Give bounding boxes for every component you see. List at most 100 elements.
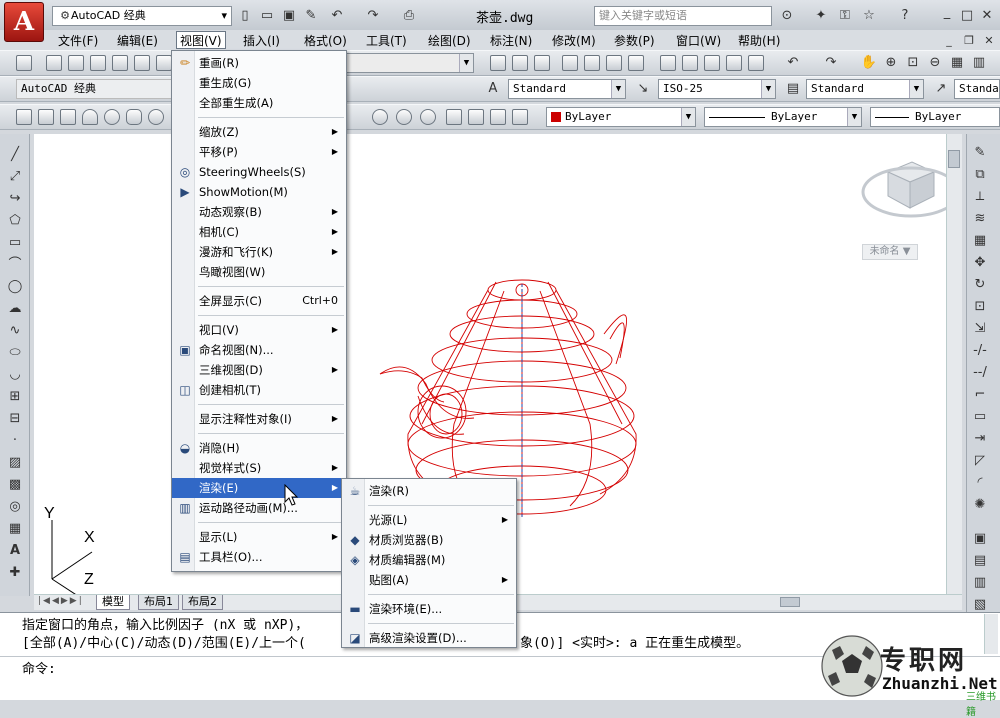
- new-file-icon[interactable]: ▯: [236, 7, 254, 25]
- preview-icon[interactable]: [584, 55, 600, 71]
- subtract-icon[interactable]: [396, 109, 412, 125]
- trim-icon[interactable]: -/-: [971, 342, 989, 360]
- cone-icon[interactable]: [82, 109, 98, 125]
- menu-item-9[interactable]: ◪ 高级渲染设置(D)...: [342, 628, 516, 648]
- properties-icon[interactable]: ▦: [948, 54, 966, 72]
- rectangle-icon[interactable]: ▭: [6, 234, 24, 252]
- menu-window[interactable]: 窗口(W): [676, 32, 721, 49]
- doc-close-icon[interactable]: ✕: [980, 32, 998, 50]
- mirror-icon[interactable]: ⟂: [971, 188, 989, 206]
- table-style-icon[interactable]: ▤: [784, 80, 802, 98]
- extend-icon[interactable]: --/: [971, 364, 989, 382]
- open-file-icon[interactable]: ▭: [258, 7, 276, 25]
- wedge-solid-icon[interactable]: [60, 109, 76, 125]
- box-solid-icon[interactable]: [38, 109, 54, 125]
- command-prompt[interactable]: 命令:: [22, 658, 56, 677]
- zoom-previous-icon[interactable]: ⊖: [926, 54, 944, 72]
- drawing-icon[interactable]: [16, 55, 32, 71]
- menu-item-1[interactable]: 重生成(G): [172, 73, 346, 93]
- ellipse-arc-icon[interactable]: ◡: [6, 366, 24, 384]
- menu-item-20[interactable]: 显示注释性对象(I) ▶: [172, 409, 346, 429]
- menu-item-22[interactable]: ◒ 消隐(H): [172, 438, 346, 458]
- block-editor-icon[interactable]: [748, 55, 764, 71]
- menu-edit[interactable]: 编辑(E): [117, 32, 158, 49]
- workspace-combo[interactable]: AutoCAD 经典: [16, 79, 176, 99]
- viewcube-wcs-menu[interactable]: 未命名 ▼: [862, 244, 918, 260]
- text-style-icon[interactable]: A: [484, 80, 502, 98]
- 3d-dwf-icon[interactable]: [628, 55, 644, 71]
- menu-item-27[interactable]: 显示(L) ▶: [172, 527, 346, 547]
- linetype-combo[interactable]: ByLayer ▼: [704, 107, 862, 127]
- menu-draw[interactable]: 绘图(D): [428, 32, 471, 49]
- table-style-combo[interactable]: Standard ▼: [806, 79, 924, 99]
- intersect-icon[interactable]: [420, 109, 436, 125]
- zoom-window-icon[interactable]: ⊡: [904, 54, 922, 72]
- mtext-icon[interactable]: A: [6, 542, 24, 560]
- mleader-style-combo[interactable]: Standard: [954, 79, 1000, 99]
- paste-icon[interactable]: [704, 55, 720, 71]
- move-icon[interactable]: ✥: [971, 254, 989, 272]
- revision-cloud-icon[interactable]: ☁: [6, 300, 24, 318]
- menu-item-9[interactable]: 相机(C) ▶: [172, 222, 346, 242]
- tab-layout2[interactable]: 布局2: [182, 595, 223, 610]
- cube-view-icon[interactable]: [112, 55, 128, 71]
- doc-restore-icon[interactable]: ❐: [960, 32, 978, 50]
- menu-item-2[interactable]: 全部重生成(A): [172, 93, 346, 113]
- arc-icon[interactable]: ⌒: [6, 256, 24, 274]
- hatch-icon[interactable]: ▨: [6, 454, 24, 472]
- fillet-icon[interactable]: ◜: [971, 474, 989, 492]
- 3d-align-icon[interactable]: [490, 109, 506, 125]
- add-selected-icon[interactable]: ✚: [6, 564, 24, 582]
- tab-model[interactable]: 模型: [96, 595, 130, 610]
- 3d-array-icon[interactable]: [512, 109, 528, 125]
- color-combo[interactable]: ByLayer ▼: [546, 107, 696, 127]
- pan-hand-icon[interactable]: ✋: [860, 54, 878, 72]
- tab-layout1[interactable]: 布局1: [138, 595, 179, 610]
- sphere-icon[interactable]: [104, 109, 120, 125]
- offset-icon[interactable]: ≋: [971, 210, 989, 228]
- redo-icon[interactable]: ↷: [364, 7, 382, 25]
- menu-insert[interactable]: 插入(I): [243, 32, 280, 49]
- design-center-icon[interactable]: ▥: [970, 54, 988, 72]
- menu-item-2[interactable]: 光源(L) ▶: [342, 510, 516, 530]
- dim-style-icon[interactable]: ↘: [634, 80, 652, 98]
- save-icon[interactable]: [534, 55, 550, 71]
- menu-format[interactable]: 格式(O): [304, 32, 347, 49]
- menu-item-18[interactable]: ◫ 创建相机(T): [172, 380, 346, 400]
- point-icon[interactable]: ·: [6, 432, 24, 450]
- match-properties-icon[interactable]: [726, 55, 742, 71]
- stretch-icon[interactable]: ⇲: [971, 320, 989, 338]
- menu-item-16[interactable]: ▣ 命名视图(N)...: [172, 340, 346, 360]
- cube-view-icon[interactable]: [134, 55, 150, 71]
- plot-icon[interactable]: [562, 55, 578, 71]
- construction-line-icon[interactable]: ⤢: [6, 168, 24, 186]
- binoculars-icon[interactable]: ⊙: [778, 7, 796, 25]
- save-as-icon[interactable]: ✎: [302, 7, 320, 25]
- insert-block-icon[interactable]: ⊞: [6, 388, 24, 406]
- menu-item-4[interactable]: 缩放(Z) ▶: [172, 122, 346, 142]
- horizontal-scroll-thumb[interactable]: [780, 597, 800, 607]
- box-icon[interactable]: [46, 55, 62, 71]
- menu-item-7[interactable]: ▬ 渲染环境(E)...: [342, 599, 516, 619]
- menu-item-10[interactable]: 漫游和飞行(K) ▶: [172, 242, 346, 262]
- spline-icon[interactable]: ∿: [6, 322, 24, 340]
- circle-icon[interactable]: ◯: [6, 278, 24, 296]
- menu-item-4[interactable]: ◈ 材质编辑器(M): [342, 550, 516, 570]
- doc-minimize-icon[interactable]: _: [940, 32, 958, 50]
- vertical-scrollbar[interactable]: [946, 134, 962, 594]
- new-icon[interactable]: [490, 55, 506, 71]
- application-menu-button[interactable]: A: [4, 2, 44, 42]
- region-icon[interactable]: ◎: [6, 498, 24, 516]
- undo-icon[interactable]: ↶: [328, 7, 346, 25]
- erase-icon[interactable]: ✎: [971, 144, 989, 162]
- line-icon[interactable]: ╱: [6, 146, 24, 164]
- communication-center-icon[interactable]: ✦: [812, 7, 830, 25]
- menu-item-5[interactable]: 贴图(A) ▶: [342, 570, 516, 590]
- text-style-combo[interactable]: Standard ▼: [508, 79, 626, 99]
- menu-item-24[interactable]: 渲染(E) ▶: [172, 478, 346, 498]
- menu-tools[interactable]: 工具(T): [366, 32, 407, 49]
- polygon-icon[interactable]: ⬠: [6, 212, 24, 230]
- save-icon[interactable]: ▣: [280, 7, 298, 25]
- cube-view-icon[interactable]: [156, 55, 172, 71]
- menu-item-23[interactable]: 视觉样式(S) ▶: [172, 458, 346, 478]
